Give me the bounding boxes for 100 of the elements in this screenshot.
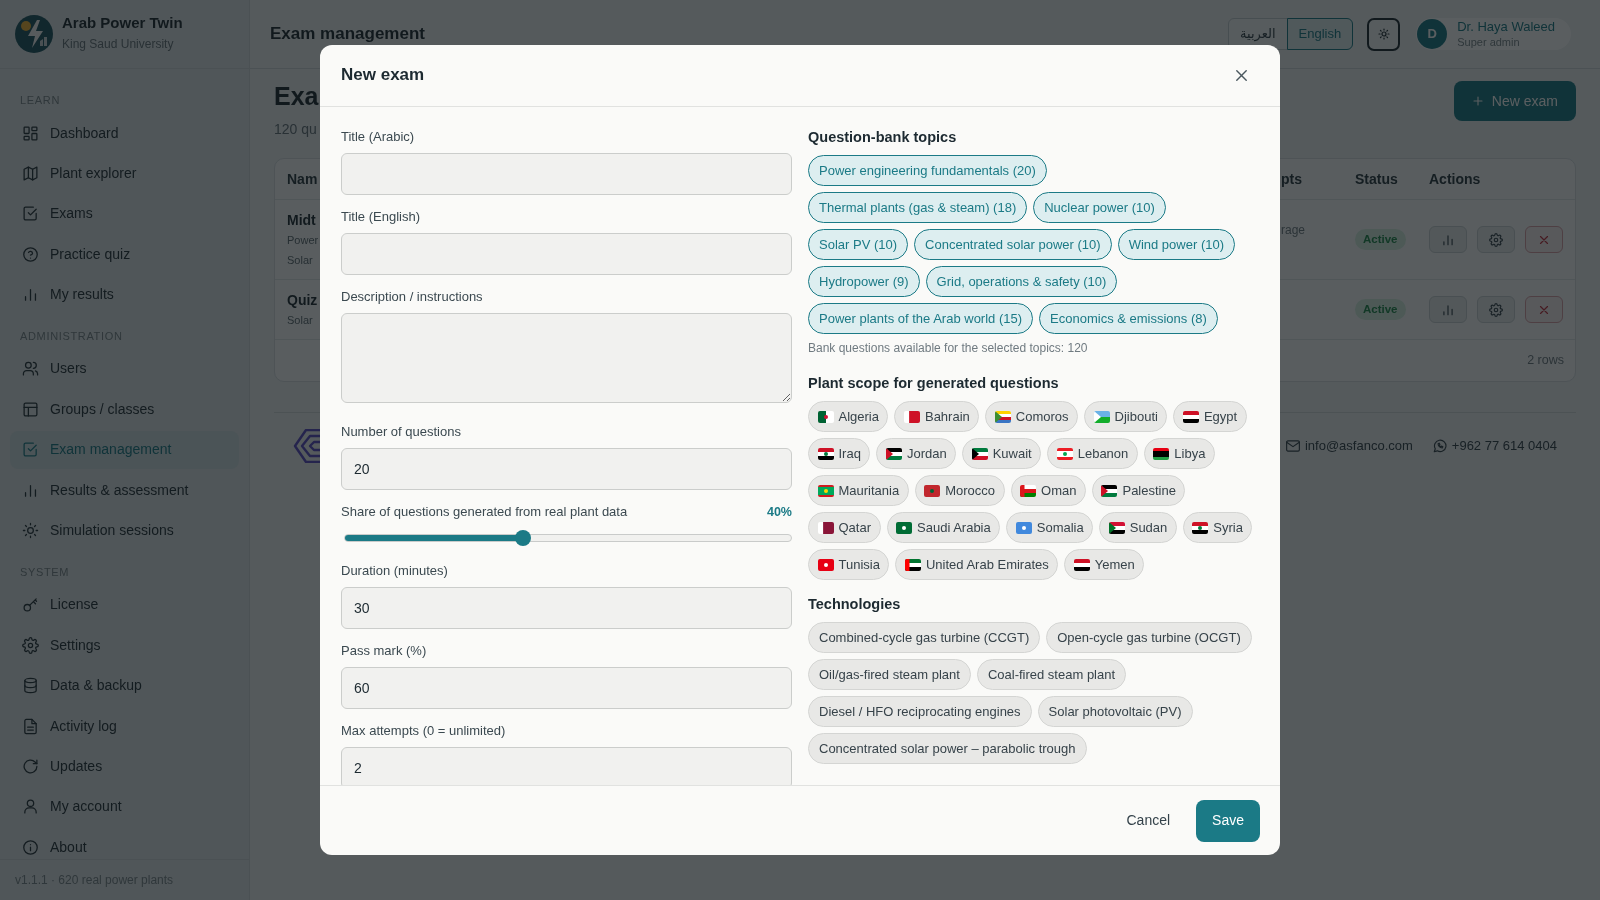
info-icon (22, 838, 39, 856)
technology-chip[interactable]: Concentrated solar power – parabolic trough (808, 733, 1087, 764)
flag-icon (1093, 410, 1110, 423)
country-chip[interactable]: Sudan (1099, 512, 1177, 543)
field-label: Duration (minutes) (341, 562, 448, 580)
topic-chip[interactable]: Power plants of the Arab world (15) (808, 303, 1034, 334)
country-chip[interactable]: Qatar (808, 512, 881, 543)
section-heading: Question-bank topics (808, 128, 957, 147)
flag-icon (1020, 484, 1037, 497)
flag-icon (1153, 447, 1170, 460)
flag-icon (1192, 521, 1209, 534)
text-button[interactable]: Cancel (1114, 799, 1183, 842)
theme-toggle-button[interactable] (1367, 17, 1401, 51)
topic-chip[interactable]: Concentrated solar power (10) (914, 229, 1112, 260)
country-chip[interactable]: Kuwait (962, 438, 1042, 469)
input-field[interactable]: 20 (341, 448, 792, 490)
section-heading: Plant scope for generated questions (808, 374, 1059, 393)
country-chip[interactable]: Comoros (985, 401, 1079, 432)
country-chip[interactable]: Syria (1182, 512, 1253, 543)
exam-name: Midt (287, 211, 316, 230)
column-header: Nam (287, 170, 318, 189)
flag-icon (924, 484, 941, 497)
status-badge: Active (1355, 229, 1406, 250)
technology-chip[interactable]: Solar photovoltaic (PV) (1037, 696, 1193, 727)
chart-button[interactable] (1429, 296, 1467, 323)
flag-icon (1056, 447, 1073, 460)
topic-chip[interactable]: Nuclear power (10) (1033, 192, 1166, 223)
flag-icon (896, 521, 912, 534)
country-chip[interactable]: Morocco (914, 475, 1005, 506)
slider-track[interactable] (344, 530, 792, 546)
country-chip[interactable]: Lebanon (1047, 438, 1138, 469)
sun-icon (22, 522, 39, 539)
phone-bubble-icon (1432, 439, 1447, 453)
country-chip[interactable]: Saudi Arabia (886, 512, 1001, 543)
section-heading: Technologies (808, 595, 901, 614)
database-icon (22, 677, 39, 695)
column-header: Actions (1429, 170, 1481, 189)
user-name: Dr. Haya Waleed (1457, 19, 1555, 35)
topic-chip[interactable]: Grid, operations & safety (10) (925, 266, 1118, 297)
key-icon (22, 596, 39, 614)
input-field[interactable]: 30 (341, 587, 792, 629)
field-label: Number of questions (341, 423, 461, 441)
chart-button[interactable] (1429, 226, 1467, 253)
textarea-field[interactable] (341, 313, 792, 403)
primary-button[interactable]: Save (1196, 799, 1260, 842)
country-chip[interactable]: Jordan (876, 438, 957, 469)
country-chip[interactable]: Egypt (1173, 401, 1247, 432)
topic-chip[interactable]: Economics & emissions (8) (1039, 303, 1218, 334)
flag-icon (904, 558, 921, 571)
technology-chip[interactable]: Open-cycle gas turbine (OCGT) (1046, 622, 1252, 653)
topic-chip[interactable]: Hydropower (9) (808, 266, 920, 297)
country-chip[interactable]: United Arab Emirates (895, 549, 1059, 580)
page-heading: Exam management (270, 23, 425, 45)
technology-chip[interactable]: Oil/gas-fired steam plant (808, 659, 971, 690)
app-name: Arab Power Twin (62, 13, 183, 32)
plus-icon (1471, 95, 1484, 107)
country-chip[interactable]: Oman (1010, 475, 1086, 506)
settings-icon (1489, 232, 1503, 247)
input-field[interactable] (341, 153, 792, 195)
technology-chip[interactable]: Coal-fired steam plant (976, 659, 1127, 690)
flag-icon (817, 484, 834, 497)
page-title: Exa (274, 81, 319, 112)
question-icon (22, 245, 39, 263)
flag-icon (885, 447, 902, 460)
settings-icon (1489, 302, 1503, 317)
refresh-icon (22, 757, 39, 775)
technology-chip[interactable]: Diesel / HFO reciprocating engines (808, 696, 1032, 727)
checked-square-icon (22, 441, 39, 459)
delete-button[interactable] (1525, 296, 1563, 323)
technology-chip[interactable]: Combined-cycle gas turbine (CCGT) (808, 622, 1041, 653)
country-chip[interactable]: Somalia (1006, 512, 1094, 543)
country-chip[interactable]: Yemen (1064, 549, 1145, 580)
flag-icon (817, 410, 834, 423)
country-chip[interactable]: Mauritania (808, 475, 909, 506)
country-chip[interactable]: Libya (1143, 438, 1215, 469)
topic-chip[interactable]: Wind power (10) (1117, 229, 1235, 260)
input-field[interactable]: 2 (341, 747, 792, 785)
settings-button[interactable] (1477, 226, 1515, 253)
topic-chip[interactable]: Thermal plants (gas & steam) (18) (808, 192, 1028, 223)
settings-button[interactable] (1477, 296, 1515, 323)
input-field[interactable] (341, 233, 792, 275)
hexagon-logo-icon (293, 429, 320, 463)
status-badge: Active (1355, 299, 1406, 320)
flag-icon (1182, 410, 1199, 423)
delete-button[interactable] (1525, 226, 1563, 253)
input-field[interactable]: 60 (341, 667, 792, 709)
country-chip[interactable]: Tunisia (808, 549, 890, 580)
topic-chip[interactable]: Power engineering fundamentals (20) (808, 155, 1047, 186)
country-chip[interactable]: Djibouti (1084, 401, 1168, 432)
country-chip[interactable]: Algeria (808, 401, 889, 432)
flag-icon (817, 447, 834, 460)
flag-icon (817, 521, 834, 534)
country-chip[interactable]: Bahrain (894, 401, 980, 432)
topic-chip[interactable]: Solar PV (10) (808, 229, 909, 260)
country-chip[interactable]: Iraq (808, 438, 871, 469)
grid-icon (22, 124, 39, 142)
slider-thumb[interactable] (515, 530, 532, 546)
bar-chart-icon (22, 286, 39, 304)
column-header: pts (1281, 170, 1302, 189)
country-chip[interactable]: Palestine (1091, 475, 1186, 506)
